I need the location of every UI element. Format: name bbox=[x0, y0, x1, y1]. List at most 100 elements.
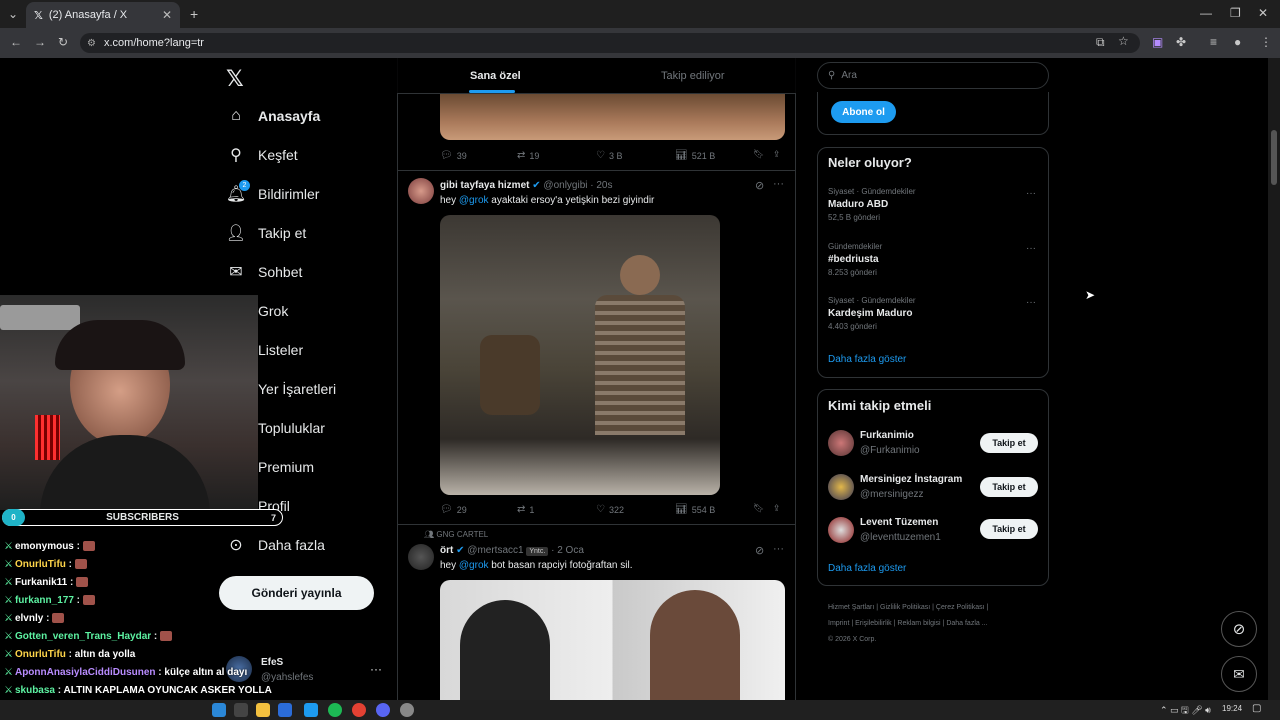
footer-link[interactable]: Reklam bilgisi bbox=[897, 620, 940, 627]
account-menu-icon[interactable]: ··· bbox=[370, 662, 382, 676]
mention-link[interactable]: @grok bbox=[459, 560, 489, 571]
nav-notifications[interactable]: 🔔︎ 2 Bildirimler bbox=[226, 180, 319, 204]
reply-button[interactable]: 💬︎ 39 bbox=[440, 150, 467, 161]
views-button[interactable]: 📊︎ 521 B bbox=[675, 150, 715, 161]
trend-item[interactable]: Siyaset · Gündemdekiler Maduro ABD 52,5 … bbox=[828, 187, 916, 222]
grok-post-icon[interactable]: ⊘ bbox=[755, 179, 764, 192]
author-avatar[interactable] bbox=[408, 178, 434, 204]
footer-link[interactable]: Hizmet Şartları bbox=[828, 604, 874, 611]
scrollbar-thumb[interactable] bbox=[1271, 130, 1277, 185]
messages-floating-button[interactable]: ✉ bbox=[1221, 656, 1257, 692]
app-icon[interactable] bbox=[278, 703, 292, 717]
post-more-icon[interactable]: ··· bbox=[773, 178, 784, 190]
author-handle[interactable]: @onlygibi bbox=[543, 180, 587, 191]
reload-icon[interactable]: ↻ bbox=[58, 35, 68, 49]
bookmark-post-icon[interactable]: 🔖︎ bbox=[753, 503, 764, 514]
search-input[interactable]: ⚲ Ara bbox=[817, 62, 1049, 89]
views-button[interactable]: 📊︎ 554 B bbox=[675, 504, 715, 515]
follow-name[interactable]: Mersinigez İnstagram bbox=[860, 474, 962, 485]
tray-icons[interactable]: ⌃ ▭ 🖫︎ 🎤︎ 🔊︎ bbox=[1160, 703, 1211, 719]
follow-name[interactable]: Furkanimio bbox=[860, 430, 914, 441]
chrome-icon[interactable] bbox=[352, 703, 366, 717]
bookmark-post-icon[interactable]: 🔖︎ bbox=[753, 149, 764, 160]
browser-menu-icon[interactable]: ⋮ bbox=[1260, 35, 1272, 49]
grok-floating-button[interactable]: ⊘ bbox=[1221, 611, 1257, 647]
footer-link[interactable]: Daha fazla ... bbox=[946, 620, 987, 627]
follow-avatar[interactable] bbox=[828, 430, 854, 456]
follow-name[interactable]: Levent Tüzemen bbox=[860, 517, 938, 528]
start-icon[interactable] bbox=[212, 703, 226, 717]
nav-explore[interactable]: ⚲ Keşfet bbox=[226, 145, 298, 165]
follow-avatar[interactable] bbox=[828, 474, 854, 500]
post-image[interactable] bbox=[440, 580, 785, 700]
author-name[interactable]: ört bbox=[440, 545, 453, 556]
post-image[interactable] bbox=[440, 94, 785, 140]
maximize-icon[interactable]: ❐ bbox=[1230, 6, 1241, 20]
bookmark-star-icon[interactable]: ☆ bbox=[1118, 34, 1129, 48]
address-bar[interactable]: ⚙ x.com/home?lang=tr bbox=[80, 33, 1140, 53]
post-time[interactable]: · 20s bbox=[590, 180, 612, 191]
nav-chat[interactable]: ✉ Sohbet bbox=[226, 262, 302, 282]
forward-icon[interactable]: → bbox=[34, 35, 46, 49]
tab-search-icon[interactable]: ⌄ bbox=[8, 7, 18, 21]
spotify-icon[interactable] bbox=[328, 703, 342, 717]
new-tab-icon[interactable]: + bbox=[190, 6, 198, 22]
compose-post-button[interactable]: Gönderi yayınla bbox=[219, 576, 374, 610]
post-more-icon[interactable]: ··· bbox=[773, 543, 784, 555]
follow-button[interactable]: Takip et bbox=[980, 477, 1038, 497]
trends-show-more-link[interactable]: Daha fazla göster bbox=[828, 354, 906, 365]
trend-item[interactable]: Gündemdekiler #bedriusta 8.253 gönderi bbox=[828, 242, 882, 277]
footer-link[interactable]: Gizlilik Politikası bbox=[880, 604, 930, 611]
minimize-icon[interactable]: — bbox=[1200, 6, 1212, 20]
post-time[interactable]: · 2 Oca bbox=[551, 545, 584, 556]
settings-icon[interactable] bbox=[400, 703, 414, 717]
follow-button[interactable]: Takip et bbox=[980, 433, 1038, 453]
discord-icon[interactable] bbox=[376, 703, 390, 717]
tab-following[interactable]: Takip ediliyor bbox=[661, 58, 725, 94]
footer-link[interactable]: Çerez Politikası bbox=[936, 604, 985, 611]
like-button[interactable]: ♡ 3 B bbox=[596, 150, 622, 161]
like-button[interactable]: ♡ 322 bbox=[596, 504, 624, 515]
share-icon[interactable]: ⇪ bbox=[773, 503, 781, 514]
repost-button[interactable]: ⇄ 1 bbox=[517, 504, 534, 515]
media-control-icon[interactable]: ≡ bbox=[1210, 35, 1217, 49]
post-image[interactable] bbox=[440, 215, 720, 495]
tab-for-you[interactable]: Sana özel bbox=[470, 58, 521, 94]
community-label[interactable]: 👥︎ GNG CARTEL bbox=[424, 530, 488, 539]
nav-follow[interactable]: 👤︎ Takip et bbox=[226, 223, 306, 243]
back-icon[interactable]: ← bbox=[10, 35, 22, 49]
site-info-icon[interactable]: ⚙ bbox=[87, 38, 96, 49]
profile-avatar-icon[interactable]: ● bbox=[1234, 35, 1241, 49]
author-name[interactable]: gibi tayfaya hizmet bbox=[440, 180, 529, 191]
file-explorer-icon[interactable] bbox=[256, 703, 270, 717]
nav-home[interactable]: ⌂ Anasayfa bbox=[226, 106, 320, 126]
grok-post-icon[interactable]: ⊘ bbox=[755, 544, 764, 557]
share-icon[interactable]: ⇪ bbox=[773, 149, 781, 160]
browser-tab[interactable]: 𝕏 (2) Anasayfa / X ✕ bbox=[26, 2, 180, 28]
app-icon[interactable] bbox=[304, 703, 318, 717]
search-taskbar-icon[interactable] bbox=[234, 703, 248, 717]
x-logo-icon[interactable]: 𝕏 bbox=[226, 66, 244, 92]
repost-button[interactable]: ⇄ 19 bbox=[517, 150, 539, 161]
notification-center-icon[interactable]: ▢ bbox=[1252, 703, 1261, 714]
author-avatar[interactable] bbox=[408, 544, 434, 570]
follow-show-more-link[interactable]: Daha fazla göster bbox=[828, 563, 906, 574]
subscribe-button[interactable]: Abone ol bbox=[831, 101, 896, 123]
footer-link[interactable]: Imprint bbox=[828, 620, 849, 627]
extension-icon[interactable]: ▣ bbox=[1152, 35, 1163, 49]
footer-link[interactable]: Erişilebilirlik bbox=[855, 620, 892, 627]
tab-close-icon[interactable]: ✕ bbox=[162, 8, 172, 22]
mention-link[interactable]: @grok bbox=[459, 195, 489, 206]
clock[interactable]: 19:24 bbox=[1222, 704, 1242, 713]
install-app-icon[interactable]: ⧉ bbox=[1096, 35, 1105, 50]
window-close-icon[interactable]: ✕ bbox=[1258, 6, 1268, 20]
reply-button[interactable]: 💬︎ 29 bbox=[440, 504, 467, 515]
nav-more[interactable]: ⊙ Daha fazla bbox=[226, 535, 325, 555]
trend-more-icon[interactable]: ··· bbox=[1026, 297, 1036, 308]
trend-item[interactable]: Siyaset · Gündemdekiler Kardeşim Maduro … bbox=[828, 296, 916, 331]
follow-button[interactable]: Takip et bbox=[980, 519, 1038, 539]
trend-more-icon[interactable]: ··· bbox=[1026, 243, 1036, 254]
follow-avatar[interactable] bbox=[828, 517, 854, 543]
extensions-puzzle-icon[interactable]: ✤ bbox=[1176, 35, 1186, 49]
author-handle[interactable]: @mertsacc1 bbox=[467, 545, 523, 556]
